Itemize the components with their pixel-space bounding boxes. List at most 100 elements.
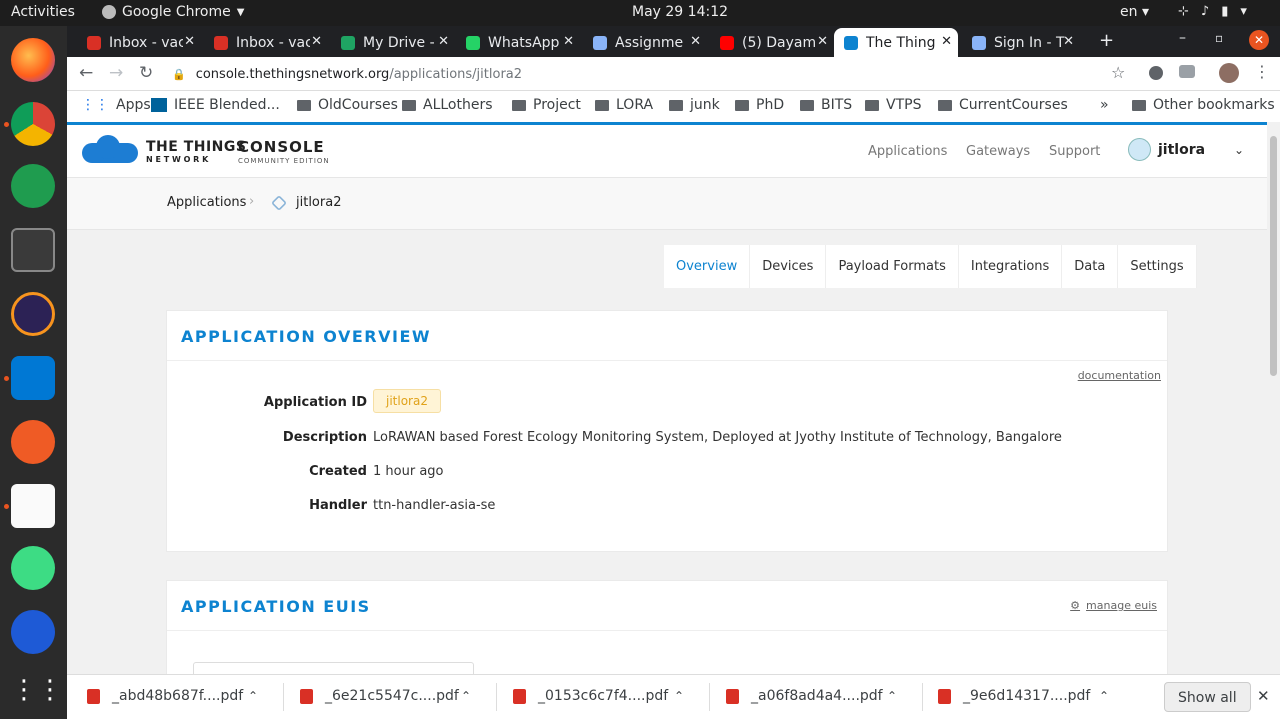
scrollbar[interactable] [1267,122,1280,674]
bookmark-item[interactable]: Project [512,97,581,113]
user-avatar[interactable] [1128,138,1151,161]
bookmark-item[interactable]: OldCourses [297,97,398,113]
download-item[interactable]: _abd48b687f....pdf ⌃ [87,688,258,704]
postman-icon[interactable] [11,420,55,464]
tab[interactable]: Inbox - vac ✕ [77,28,201,57]
close-tab-icon[interactable]: ✕ [941,34,952,49]
tab[interactable]: The Thing ✕ [834,28,958,57]
back-icon[interactable]: ← [79,63,93,83]
chevron-up-icon[interactable]: ⌃ [461,689,471,703]
address-bar: ← → ↻ 🔒 console.thethingsnetwork.org/appl… [67,57,1280,91]
created-label: Created [309,464,367,479]
more-bookmarks-icon[interactable]: » [1100,97,1109,113]
chevron-up-icon[interactable]: ⌃ [674,689,684,703]
breadcrumb: Applications › jitlora2 [67,177,1267,230]
tab[interactable]: Assignme ✕ [583,28,707,57]
close-tab-icon[interactable]: ✕ [817,34,828,49]
chevron-right-icon: › [249,194,255,209]
chevron-up-icon[interactable]: ⌃ [1099,689,1109,703]
volume-icon: ♪ [1200,4,1210,19]
star-icon[interactable]: ☆ [1111,63,1125,82]
chevron-down-icon[interactable]: ⌄ [1234,143,1244,157]
bookmark-label: PhD [756,97,785,113]
close-window-button[interactable]: ✕ [1249,30,1269,50]
url-field[interactable]: 🔒 console.thethingsnetwork.org/applicatio… [172,62,1116,86]
thunderbird-icon[interactable] [11,610,55,654]
download-item[interactable]: _6e21c5547c....pdf ⌃ [300,688,471,704]
firefox-icon[interactable] [11,38,55,82]
extension-icon[interactable] [1149,66,1163,80]
ttn-logo[interactable] [82,135,138,163]
close-tab-icon[interactable]: ✕ [438,34,449,49]
download-item[interactable]: _9e6d14317....pdf ⌃ [938,688,1109,704]
activities-button[interactable]: Activities [11,4,75,20]
manage-euis-link[interactable]: ⚙ manage euis [1070,599,1157,612]
subtab[interactable]: Overview [664,245,751,288]
bookmark-item[interactable]: ⋮⋮ Apps [81,97,151,113]
close-tab-icon[interactable]: ✕ [1063,34,1074,49]
vscode-icon[interactable] [11,356,55,400]
breadcrumb-applications[interactable]: Applications [167,195,246,210]
forward-icon[interactable]: → [109,63,123,83]
close-tab-icon[interactable]: ✕ [184,34,195,49]
clock[interactable]: May 29 14:12 [632,4,728,20]
bookmark-item[interactable]: IEEE Blended... [151,97,280,113]
tab[interactable]: My Drive - ✕ [331,28,455,57]
chrome-icon[interactable] [11,102,55,146]
subtab[interactable]: Devices [750,245,827,288]
maximize-button[interactable]: ▫ [1215,31,1223,45]
breadcrumb-current: jitlora2 [296,195,342,210]
subtab[interactable]: Payload Formats [826,245,959,288]
show-apps-icon[interactable]: ⋮⋮⋮ [11,668,89,712]
avatar[interactable] [1219,63,1239,83]
text-editor-icon[interactable] [11,484,55,528]
subtab[interactable]: Integrations [959,245,1063,288]
chevron-up-icon[interactable]: ⌃ [248,689,258,703]
chevron-up-icon[interactable]: ⌃ [887,689,897,703]
bookmark-item[interactable]: ALLothers [402,97,493,113]
subtab[interactable]: Settings [1118,245,1197,288]
tab[interactable]: Sign In - T ✕ [962,28,1080,57]
nav-applications[interactable]: Applications [868,144,947,159]
kebab-menu-icon[interactable]: ⋮ [1254,62,1270,81]
scrollbar-thumb[interactable] [1270,136,1277,376]
documentation-link[interactable]: documentation [1078,369,1161,382]
folder-icon [297,99,311,111]
terminal-icon[interactable] [11,228,55,272]
bookmark-item[interactable]: Other bookmarks [1132,97,1275,113]
eclipse-icon[interactable] [11,292,55,336]
download-item[interactable]: _a06f8ad4a4....pdf ⌃ [726,688,897,704]
app-menu[interactable]: Google Chrome ▼ [102,4,244,20]
minimize-button[interactable]: – [1179,30,1186,46]
chat-app-icon[interactable] [11,164,55,208]
bookmark-label: OldCourses [318,97,398,113]
bookmark-item[interactable]: LORA [595,97,653,113]
nav-support[interactable]: Support [1049,144,1100,159]
android-studio-icon[interactable] [11,546,55,590]
lock-icon: 🔒 [172,67,186,81]
user-name[interactable]: jitlora [1158,142,1205,158]
tab[interactable]: Inbox - vac ✕ [204,28,328,57]
bookmark-item[interactable]: VTPS [865,97,921,113]
close-icon[interactable]: ✕ [1257,687,1270,705]
manage-euis-label: manage euis [1086,599,1157,612]
close-tab-icon[interactable]: ✕ [563,34,574,49]
show-all-button[interactable]: Show all [1164,682,1251,712]
bookmark-item[interactable]: PhD [735,97,784,113]
bookmark-item[interactable]: BITS [800,97,852,113]
download-item[interactable]: _0153c6c7f4....pdf ⌃ [513,688,684,704]
reload-icon[interactable]: ↻ [139,63,153,83]
chat-icon [972,35,986,50]
tab[interactable]: (5) Dayam ✕ [710,28,834,57]
language-indicator[interactable]: en ▾ [1120,4,1149,20]
bookmark-item[interactable]: CurrentCourses [938,97,1068,113]
bookmark-item[interactable]: junk [669,97,720,113]
subtab[interactable]: Data [1062,245,1119,288]
new-tab-button[interactable]: + [1099,30,1114,51]
tab[interactable]: WhatsApp ✕ [456,28,580,57]
camera-icon[interactable] [1179,65,1195,78]
close-tab-icon[interactable]: ✕ [311,34,322,49]
close-tab-icon[interactable]: ✕ [690,34,701,49]
nav-gateways[interactable]: Gateways [966,144,1030,159]
system-tray[interactable]: ⊹ ♪ ▮ ▾ [1178,4,1247,19]
